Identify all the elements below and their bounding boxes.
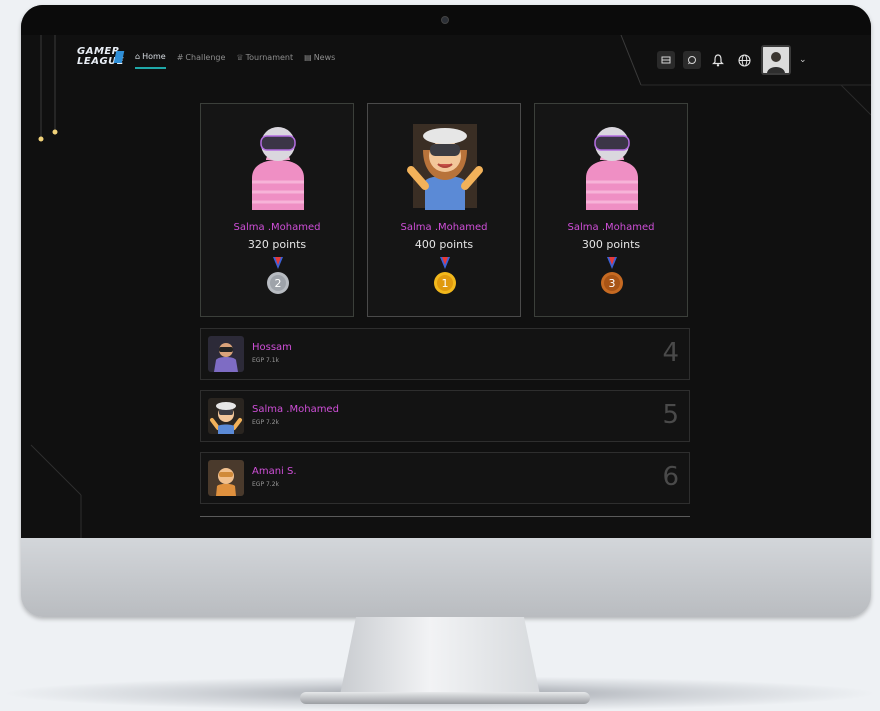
player-rank: 4: [662, 338, 679, 368]
bell-icon: [712, 53, 724, 66]
notifications-button[interactable]: [709, 51, 727, 69]
ranking-row[interactable]: Hossam EGP 7.1k 4: [200, 328, 690, 380]
globe-icon: [737, 53, 751, 67]
cart-icon: [661, 56, 671, 64]
podium-card-3rd[interactable]: Salma .Mohamed 300 points 3: [534, 103, 688, 317]
news-icon: ▤: [304, 53, 312, 62]
svg-text:2: 2: [275, 277, 282, 290]
vr-avatar-pink-jacket: [252, 127, 304, 210]
podium-name: Salma .Mohamed: [233, 222, 321, 233]
chat-button[interactable]: [683, 51, 701, 69]
gold-medal-icon: 1: [434, 257, 456, 294]
monitor: GAMER LEAGUE ⌂ Home # Challenge ♕ Tourna…: [21, 5, 871, 617]
nav-challenge[interactable]: # Challenge: [177, 52, 226, 69]
trophy-icon: ♕: [236, 53, 244, 62]
top-actions: ⌄: [657, 45, 807, 75]
cart-button[interactable]: [657, 51, 675, 69]
player-avatar: [208, 336, 244, 372]
podium-points: 300 points: [581, 238, 641, 251]
vr-avatar-girl: [407, 124, 483, 210]
player-avatar: [208, 398, 244, 434]
chat-icon: [688, 56, 696, 65]
bronze-medal-icon: 3: [601, 257, 623, 294]
player-earnings: EGP 7.2k: [252, 481, 279, 488]
home-icon: ⌂: [135, 52, 141, 61]
monitor-stand: [340, 617, 540, 695]
player-avatar-image: [208, 398, 244, 434]
monitor-chin: [21, 538, 871, 617]
vr-avatar-pink-jacket: [586, 127, 638, 210]
nav-home-label: Home: [142, 52, 166, 61]
challenge-icon: #: [176, 53, 184, 62]
player-name: Hossam: [252, 342, 292, 353]
nav-home[interactable]: ⌂ Home: [135, 52, 166, 69]
player-earnings: EGP 7.1k: [252, 357, 279, 364]
app-screen: GAMER LEAGUE ⌂ Home # Challenge ♕ Tourna…: [21, 35, 871, 538]
podium-points: 320 points: [247, 238, 307, 251]
svg-text:3: 3: [609, 277, 616, 290]
player-avatar-image: [208, 460, 244, 496]
list-divider: [200, 516, 690, 517]
podium-name: Salma .Mohamed: [400, 222, 488, 233]
nav-news-label: News: [313, 53, 336, 62]
nav-tournament[interactable]: ♕ Tournament: [236, 52, 293, 69]
player-earnings: EGP 7.2k: [252, 419, 279, 426]
main-nav: ⌂ Home # Challenge ♕ Tournament ▤ News: [135, 52, 335, 69]
silver-medal-icon: 2: [267, 257, 289, 294]
ranking-row[interactable]: Amani S. EGP 7.2k 6: [200, 452, 690, 504]
player-name: Amani S.: [252, 466, 297, 477]
language-button[interactable]: [735, 51, 753, 69]
player-name: Salma .Mohamed: [252, 404, 339, 415]
player-avatar: [208, 460, 244, 496]
nav-news[interactable]: ▤ News: [304, 52, 335, 69]
podium-card-1st[interactable]: Salma .Mohamed 400 points 1: [367, 103, 521, 317]
nav-tournament-label: Tournament: [245, 53, 294, 62]
user-avatar-image: [763, 47, 789, 73]
app-logo[interactable]: GAMER LEAGUE: [77, 47, 125, 73]
user-avatar[interactable]: [761, 45, 791, 75]
nav-challenge-label: Challenge: [185, 53, 226, 62]
player-rank: 6: [662, 462, 679, 492]
player-avatar-image: [208, 336, 244, 372]
podium-name: Salma .Mohamed: [567, 222, 655, 233]
monitor-bezel: [21, 5, 871, 35]
svg-text:1: 1: [442, 277, 449, 290]
podium-card-2nd[interactable]: Salma .Mohamed 320 points 2: [200, 103, 354, 317]
ranking-row[interactable]: Salma .Mohamed EGP 7.2k 5: [200, 390, 690, 442]
podium-points: 400 points: [414, 238, 474, 251]
chevron-down-icon[interactable]: ⌄: [799, 55, 807, 65]
monitor-stand-base: [300, 692, 590, 704]
camera-icon: [441, 16, 449, 24]
player-rank: 5: [662, 400, 679, 430]
